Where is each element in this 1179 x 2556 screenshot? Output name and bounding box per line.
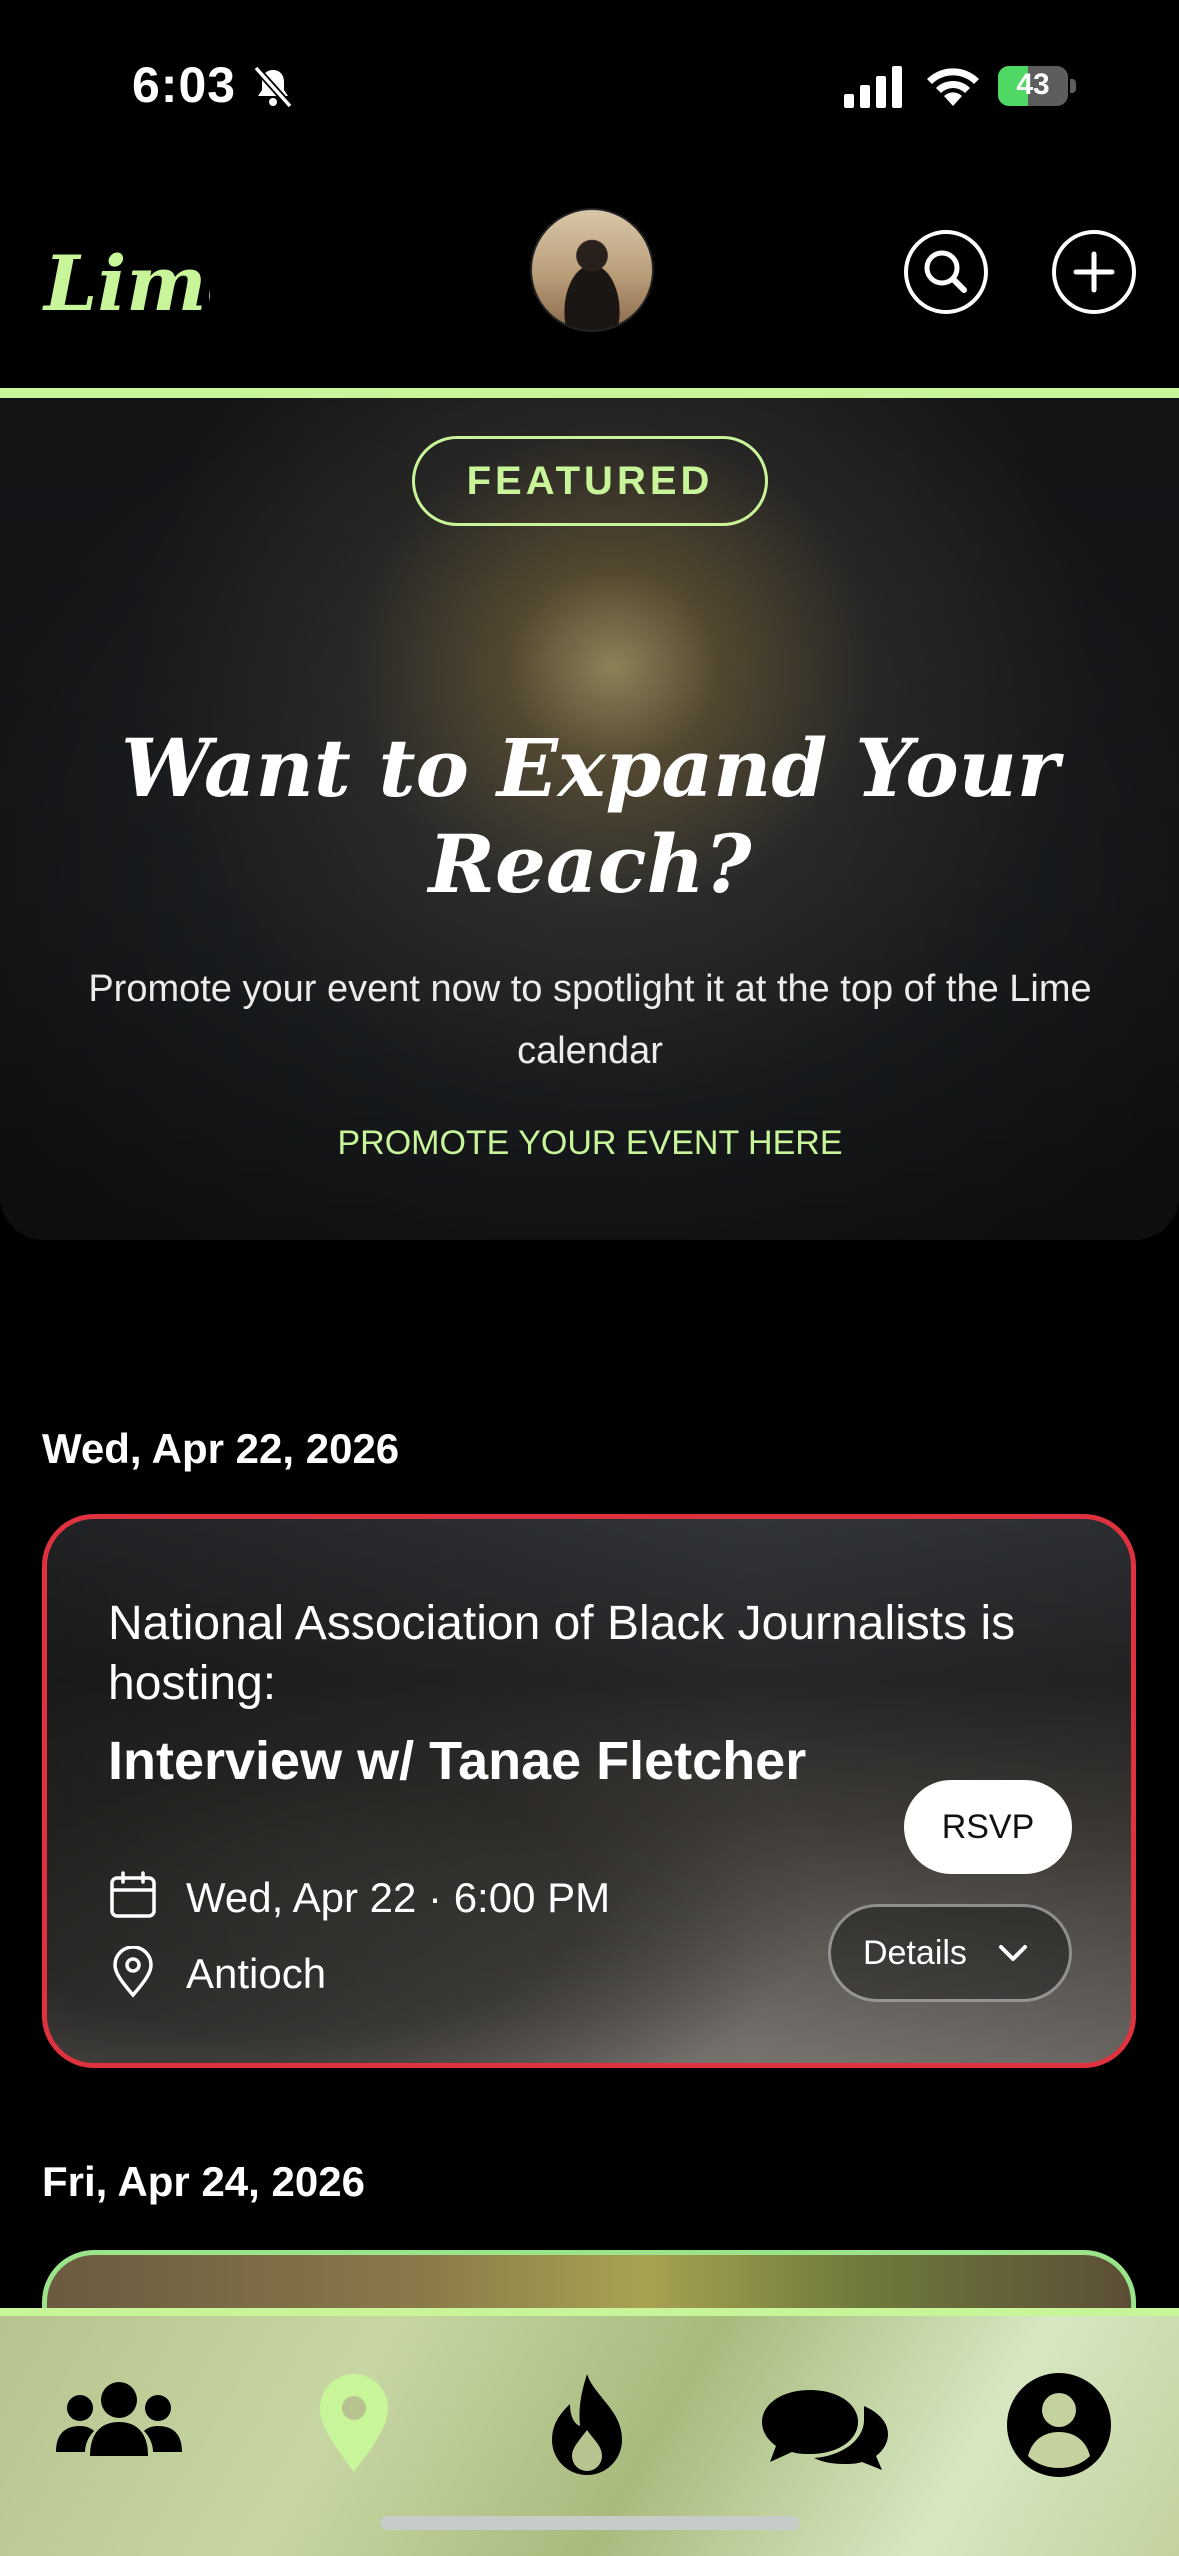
- avatar[interactable]: [530, 208, 654, 332]
- home-indicator: [380, 2516, 800, 2530]
- rsvp-button[interactable]: RSVP: [904, 1780, 1072, 1874]
- event-title: Interview w/ Tanae Fletcher: [108, 1731, 807, 1791]
- location-pin-icon: [113, 1946, 153, 1998]
- event-host-line: National Association of Black Journalist…: [108, 1597, 1016, 1710]
- add-event-button[interactable]: [1052, 230, 1136, 314]
- bell-muted-icon: [253, 65, 293, 109]
- battery-percent: 43: [1016, 68, 1050, 101]
- promote-event-link[interactable]: PROMOTE YOUR EVENT HERE: [200, 1124, 980, 1163]
- plus-icon: [1073, 251, 1115, 293]
- flame-icon[interactable]: [542, 2370, 632, 2480]
- status-time: 6:03: [132, 57, 237, 113]
- event-location: Antioch: [186, 1950, 327, 1997]
- messages-icon[interactable]: [758, 2370, 892, 2480]
- header-divider: [0, 388, 1179, 398]
- calendar-icon: [110, 1871, 156, 1918]
- event-datetime: Wed, Apr 22 · 6:00 PM: [186, 1874, 611, 1921]
- featured-title: Want to Expand Your Reach?: [120, 721, 1060, 911]
- logo-text: Lime: [42, 239, 210, 328]
- profile-icon[interactable]: [1004, 2370, 1114, 2480]
- lime-logo[interactable]: Lime: [40, 228, 210, 338]
- featured-description: Promote your event now to spotlight it a…: [88, 968, 1092, 1072]
- cellular-signal-icon: [844, 66, 902, 108]
- battery-indicator: 43: [998, 66, 1076, 106]
- details-button[interactable]: Details: [828, 1904, 1072, 2002]
- search-button[interactable]: [904, 230, 988, 314]
- featured-badge: FEATURED: [412, 436, 768, 526]
- chevron-down-icon: [999, 1945, 1027, 1961]
- tab-bar-divider: [0, 2308, 1179, 2316]
- details-label: Details: [863, 1934, 967, 1972]
- community-icon[interactable]: [52, 2370, 186, 2480]
- search-icon: [924, 250, 967, 293]
- wifi-icon: [927, 68, 979, 106]
- date-header: Wed, Apr 22, 2026: [42, 1425, 400, 1472]
- date-header: Fri, Apr 24, 2026: [42, 2158, 365, 2205]
- map-pin-icon[interactable]: [314, 2370, 394, 2480]
